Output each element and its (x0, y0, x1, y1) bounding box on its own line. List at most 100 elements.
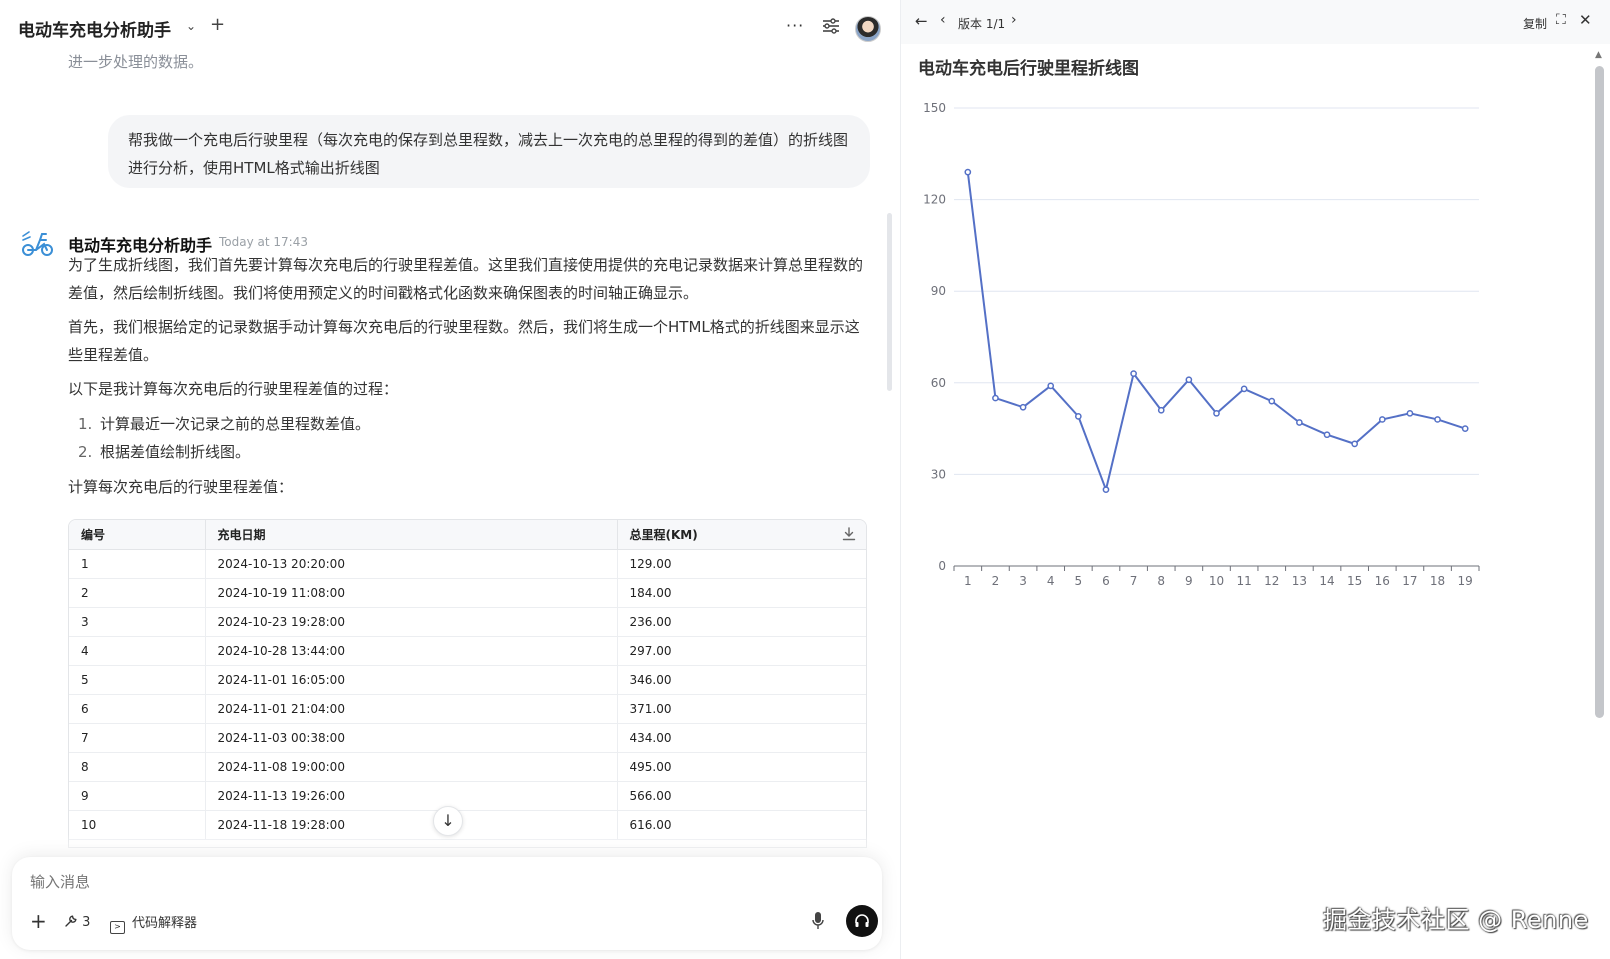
x-tick-label: 14 (1319, 574, 1334, 588)
table-cell: 2024-10-28 13:44:00 (205, 636, 618, 666)
table-cell: 297.00 (617, 636, 866, 666)
mileage-table: 编号 充电日期 总里程(KM) 1 2024-10-13 20:20:00 129.… (69, 520, 866, 840)
data-point (1323, 431, 1331, 439)
table-row: 2 2024-10-19 11:08:00 184.00 (69, 578, 866, 608)
fullscreen-icon[interactable]: ⛶ (1556, 12, 1566, 28)
data-point (1461, 425, 1469, 432)
controls-icon[interactable] (822, 18, 840, 34)
assistant-paragraph: 首先，我们根据给定的记录数据手动计算每次充电后的行驶里程数。然后，我们将生成一个… (68, 318, 860, 364)
close-icon[interactable]: ✕ (1579, 11, 1592, 29)
download-icon[interactable] (842, 527, 856, 541)
x-tick-label: 2 (992, 574, 1000, 588)
user-message-bubble: 帮我做一个充电后行驶里程（每次充电的保存到总里程数，减去上一次充电的总里程的得到… (108, 115, 870, 188)
x-tick-label: 6 (1102, 574, 1110, 588)
data-table-container[interactable]: 编号 充电日期 总里程(KM) 1 2024-10-13 20:20:00 129.… (68, 519, 867, 848)
user-avatar[interactable] (855, 16, 881, 42)
table-cell: 184.00 (617, 578, 866, 608)
y-tick-label: 30 (931, 467, 946, 481)
x-tick-label: 3 (1019, 574, 1027, 588)
table-row: 9 2024-11-13 19:26:00 566.00 (69, 781, 866, 811)
table-cell: 2024-11-01 16:05:00 (205, 665, 618, 695)
table-row: 8 2024-11-08 19:00:00 495.00 (69, 752, 866, 782)
assistant-paragraph: 为了生成折线图，我们首先要计算每次充电后的行驶里程差值。这里我们直接使用提供的充… (68, 256, 864, 302)
message-input[interactable] (30, 873, 730, 891)
data-point (1074, 413, 1082, 420)
table-cell: 2024-10-13 20:20:00 (205, 549, 618, 579)
tools-button[interactable]: 3 (64, 914, 90, 930)
scroll-to-bottom-button[interactable]: ↓ (433, 806, 463, 836)
data-point (1157, 406, 1165, 414)
list-number: 1. (78, 415, 93, 433)
list-text: 根据差值绘制折线图。 (100, 443, 251, 461)
attach-button[interactable]: + (30, 909, 47, 933)
model-selector[interactable]: 电动车充电分析助手 (18, 16, 171, 41)
artifact-pane: ← ‹ 版本 1/1 › 复制 ⛶ ✕ 电动车充电后行驶里程折线图 0 30 60 9… (900, 0, 1610, 959)
data-point (992, 394, 999, 402)
chat-scrollbar[interactable] (887, 213, 892, 391)
x-tick-label: 1 (964, 574, 972, 588)
y-tick-label: 60 (931, 376, 946, 390)
y-tick-label: 120 (923, 193, 946, 207)
message-composer: + 3 > 代码解释器 (12, 857, 882, 950)
data-point (1351, 440, 1359, 448)
table-cell: 3 (69, 607, 206, 637)
table-cell: 129.00 (617, 549, 866, 579)
y-tick-label: 0 (938, 559, 946, 573)
chart-title: 电动车充电后行驶里程折线图 (918, 59, 1139, 79)
table-body: 1 2024-10-13 20:20:00 129.00 2 2024-10-19 11… (69, 549, 866, 840)
add-model-button[interactable]: + (210, 14, 225, 35)
table-cell: 434.00 (617, 723, 866, 753)
more-options-button[interactable]: ··· (786, 16, 804, 35)
table-cell: 371.00 (617, 694, 866, 724)
x-tick-label: 8 (1157, 574, 1165, 588)
x-tick-label: 15 (1347, 574, 1362, 588)
data-point (1378, 416, 1386, 423)
sliders-icon (823, 18, 839, 34)
table-caption: 计算每次充电后的行驶里程差值： (68, 478, 294, 496)
code-interpreter-button[interactable]: > 代码解释器 (110, 912, 197, 934)
copy-button[interactable]: 复制 (1523, 15, 1547, 32)
y-tick-label: 150 (923, 101, 946, 115)
chevron-down-icon[interactable]: ⌄ (186, 19, 196, 33)
previous-message-tail: 进一步处理的数据。 (68, 53, 204, 71)
table-header-row: 编号 充电日期 总里程(KM) (69, 520, 866, 550)
x-tick-label: 11 (1236, 574, 1251, 588)
headphones-icon (855, 914, 869, 927)
previous-version-icon[interactable]: ‹ (940, 12, 946, 28)
message-timestamp: Today at 17:43 (219, 235, 308, 249)
table-cell: 236.00 (617, 607, 866, 637)
x-tick-label: 12 (1264, 574, 1279, 588)
x-tick-label: 4 (1047, 574, 1055, 588)
list-item: 2. 根据差值绘制折线图。 (78, 438, 250, 466)
microphone-icon[interactable] (812, 911, 824, 931)
artifact-scrollbar[interactable] (1595, 66, 1604, 718)
column-header[interactable]: 充电日期 (205, 520, 618, 550)
table-cell: 2 (69, 578, 206, 608)
x-tick-label: 19 (1458, 574, 1473, 588)
table-row: 1 2024-10-13 20:20:00 129.00 (69, 549, 866, 579)
column-header[interactable]: 编号 (69, 520, 206, 550)
table-cell: 2024-11-03 00:38:00 (205, 723, 618, 753)
back-arrow-icon[interactable]: ← (915, 12, 928, 30)
data-point (1434, 416, 1441, 423)
table-cell: 1 (69, 549, 206, 579)
table-cell: 5 (69, 665, 206, 695)
data-point (1047, 382, 1055, 390)
chat-header: 电动车充电分析助手 ⌄ + ··· (0, 0, 900, 54)
table-cell: 2024-10-19 11:08:00 (205, 578, 618, 608)
scroll-up-arrow-icon[interactable]: ▲ (1595, 50, 1602, 60)
table-cell: 9 (69, 781, 206, 811)
list-number: 2. (78, 443, 93, 461)
next-version-icon[interactable]: › (1011, 12, 1017, 28)
column-header[interactable]: 总里程(KM) (617, 520, 866, 550)
version-label: 版本 1/1 (958, 17, 1006, 31)
table-cell: 2024-10-23 19:28:00 (205, 607, 618, 637)
table-cell: 495.00 (617, 752, 866, 782)
x-tick-label: 13 (1292, 574, 1307, 588)
voice-mode-button[interactable] (846, 905, 878, 937)
x-tick-label: 10 (1209, 574, 1224, 588)
table-cell: 2024-11-13 19:26:00 (205, 781, 618, 811)
data-point (1296, 419, 1303, 426)
x-tick-label: 5 (1075, 574, 1083, 588)
app-window: 电动车充电分析助手 ⌄ + ··· 进一步处理的数据。 帮我做一个充电后行驶里程… (0, 0, 1610, 959)
